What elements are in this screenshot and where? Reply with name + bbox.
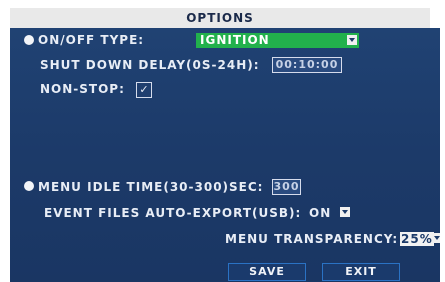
chevron-down-icon[interactable] xyxy=(347,35,357,45)
bullet-icon xyxy=(24,35,34,45)
non-stop-label: NON-STOP: xyxy=(40,82,125,96)
menu-transparency-label: MENU TRANSPARENCY: xyxy=(225,232,399,246)
onoff-type-value: IGNITION xyxy=(200,33,270,47)
onoff-type-label: ON/OFF TYPE: xyxy=(38,33,145,47)
check-icon: ✓ xyxy=(139,83,149,96)
options-screen: OPTIONS ON/OFF TYPE: IGNITION SHUT DOWN … xyxy=(0,0,445,282)
menu-transparency-value[interactable]: 25% xyxy=(400,232,434,246)
bullet-icon xyxy=(24,181,34,191)
auto-export-label: EVENT FILES AUTO-EXPORT(USB): xyxy=(44,206,302,220)
non-stop-checkbox[interactable]: ✓ xyxy=(136,82,152,98)
exit-button[interactable]: EXIT xyxy=(322,263,400,281)
menu-idle-time-input[interactable]: 300 xyxy=(272,179,301,195)
chevron-down-icon[interactable] xyxy=(340,207,350,217)
page-title: OPTIONS xyxy=(10,8,430,29)
auto-export-value[interactable]: ON xyxy=(309,206,331,220)
chevron-down-icon[interactable] xyxy=(432,233,440,243)
onoff-type-select[interactable]: IGNITION xyxy=(196,33,359,48)
menu-idle-time-label: MENU IDLE TIME(30-300)SEC: xyxy=(38,180,264,194)
save-button[interactable]: SAVE xyxy=(228,263,306,281)
shutdown-delay-input[interactable]: 00:10:00 xyxy=(272,57,342,73)
shutdown-delay-label: SHUT DOWN DELAY(0S-24H): xyxy=(40,58,260,72)
